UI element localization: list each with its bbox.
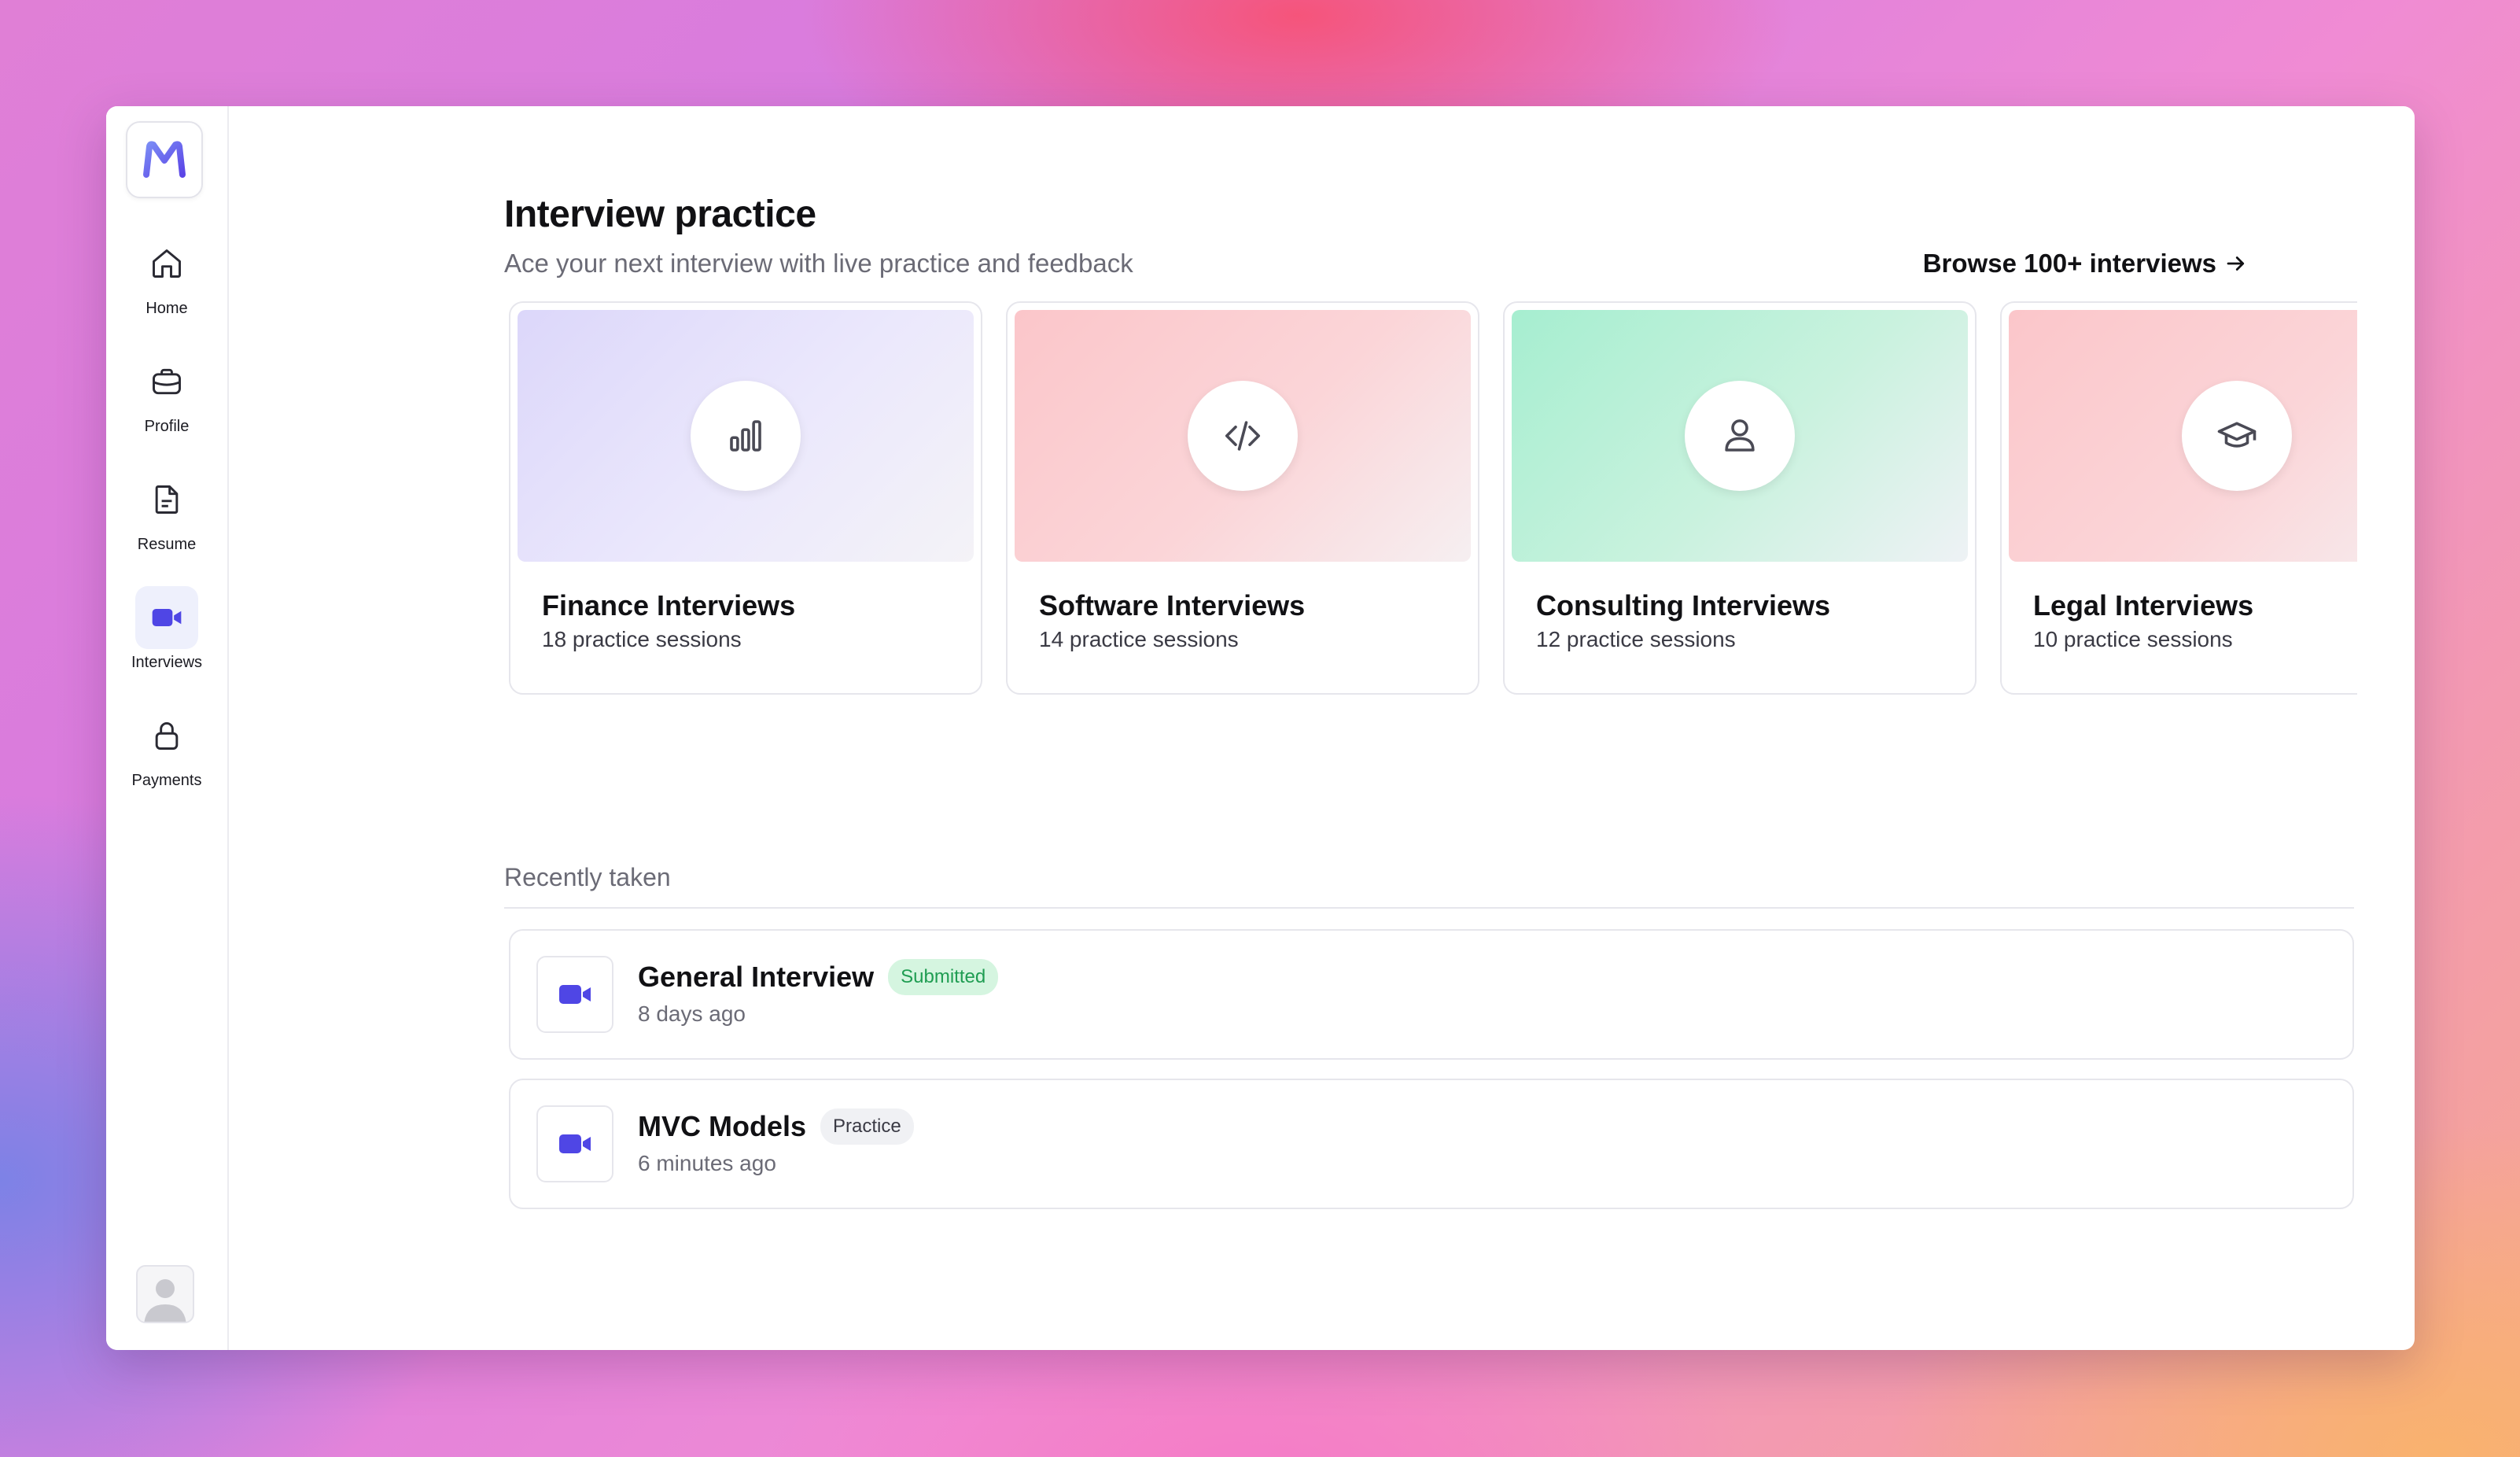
sidebar-nav: Home Profile Resume Interviews Payments [106, 232, 227, 822]
sidebar: Home Profile Resume Interviews Payments [106, 106, 229, 1350]
video-camera-icon [536, 1105, 613, 1182]
interview-time: 8 days ago [638, 1001, 746, 1026]
category-card-finance[interactable]: Finance Interviews 18 practice sessions [509, 301, 982, 695]
card-title: Finance Interviews [542, 589, 796, 622]
page-title: Interview practice [504, 194, 816, 235]
sidebar-item-label: Interviews [131, 654, 203, 671]
interview-title: MVC Models [638, 1110, 807, 1142]
category-carousel: Finance Interviews 18 practice sessions … [509, 301, 2357, 703]
logo-icon [143, 141, 186, 178]
sidebar-item-home[interactable]: Home [106, 232, 227, 350]
main-content: Interview practice Ace your next intervi… [227, 106, 2415, 1350]
section-divider [504, 907, 2354, 909]
card-title: Software Interviews [1039, 589, 1306, 622]
sidebar-item-interviews[interactable]: Interviews [106, 586, 227, 704]
sidebar-item-payments[interactable]: Payments [106, 704, 227, 822]
sidebar-item-label: Payments [131, 772, 202, 789]
row-title-wrap: MVC Models Practice [638, 1108, 914, 1145]
home-icon [135, 232, 198, 295]
card-icon-circle [1685, 381, 1795, 491]
card-banner [1015, 310, 1471, 562]
card-title: Legal Interviews [2033, 589, 2254, 622]
interview-title: General Interview [638, 961, 875, 993]
category-card-consulting[interactable]: Consulting Interviews 12 practice sessio… [1503, 301, 1977, 695]
card-session-count: 12 practice sessions [1536, 627, 1736, 651]
card-session-count: 14 practice sessions [1039, 627, 1239, 651]
card-session-count: 10 practice sessions [2033, 627, 2233, 651]
app-window: Home Profile Resume Interviews Payments … [106, 106, 2415, 1350]
recently-taken-heading: Recently taken [504, 863, 671, 891]
video-camera-icon [135, 586, 198, 649]
card-banner [1512, 310, 1968, 562]
app-logo[interactable] [126, 121, 203, 198]
avatar[interactable] [136, 1265, 194, 1323]
card-banner [2009, 310, 2357, 562]
card-banner [518, 310, 974, 562]
card-icon-circle [691, 381, 801, 491]
browse-interviews-link[interactable]: Browse 100+ interviews [1923, 249, 2248, 278]
card-icon-circle [2182, 381, 2292, 491]
interview-time: 6 minutes ago [638, 1151, 776, 1175]
briefcase-icon [135, 350, 198, 413]
card-title: Consulting Interviews [1536, 589, 1831, 622]
browse-link-label: Browse 100+ interviews [1922, 249, 2216, 278]
bar-chart-icon [730, 420, 761, 452]
graduation-cap-icon [2217, 422, 2257, 448]
category-card-legal[interactable]: Legal Interviews 10 practice sessions [2000, 301, 2357, 695]
sidebar-item-profile[interactable]: Profile [106, 350, 227, 468]
card-session-count: 18 practice sessions [542, 627, 742, 651]
category-card-software[interactable]: Software Interviews 14 practice sessions [1006, 301, 1479, 695]
recent-interview-row[interactable]: MVC Models Practice 6 minutes ago [509, 1079, 2354, 1209]
sidebar-item-label: Home [146, 300, 188, 317]
sidebar-item-label: Profile [144, 418, 190, 435]
sidebar-item-resume[interactable]: Resume [106, 468, 227, 586]
person-icon [1725, 419, 1755, 452]
card-icon-circle [1188, 381, 1298, 491]
lock-icon [135, 704, 198, 767]
user-avatar-icon [144, 1279, 186, 1322]
status-badge: Submitted [888, 959, 999, 995]
recent-interview-row[interactable]: General Interview Submitted 8 days ago [509, 929, 2354, 1060]
video-camera-icon [536, 956, 613, 1033]
arrow-right-icon [2227, 256, 2245, 271]
code-icon [1225, 421, 1261, 451]
page-subtitle: Ace your next interview with live practi… [504, 249, 1133, 278]
status-badge: Practice [820, 1108, 914, 1145]
row-title-wrap: General Interview Submitted [638, 959, 999, 995]
sidebar-item-label: Resume [137, 536, 197, 553]
document-icon [135, 468, 198, 531]
